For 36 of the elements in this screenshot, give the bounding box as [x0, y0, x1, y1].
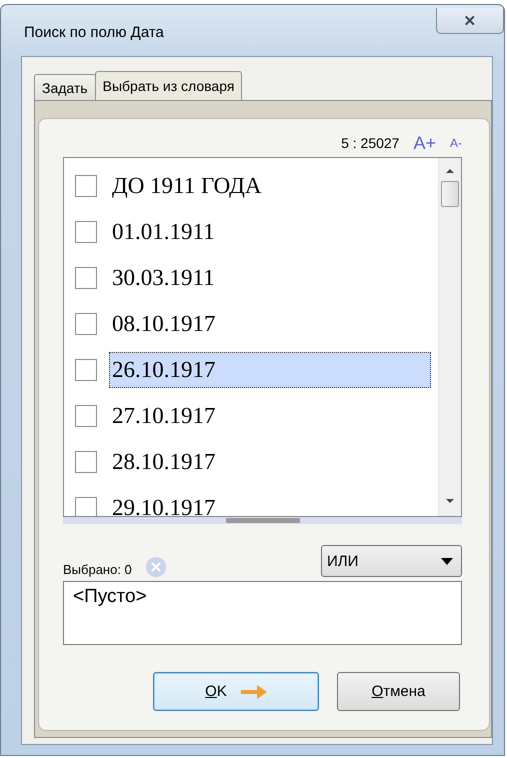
record-counter: 5 : 25027 [341, 135, 400, 151]
list-item[interactable]: 08.10.1917 [109, 306, 218, 342]
checkbox[interactable] [75, 405, 97, 427]
list-item[interactable]: 30.03.1911 [109, 260, 218, 296]
scrollbar[interactable] [438, 158, 461, 516]
checkbox[interactable] [75, 221, 97, 243]
scroll-up-icon[interactable] [445, 166, 455, 176]
scroll-down-icon[interactable] [445, 496, 455, 506]
checkbox[interactable] [75, 175, 97, 197]
list-item[interactable]: ДО 1911 ГОДА [109, 168, 264, 204]
splitter[interactable] [63, 517, 462, 524]
checkbox[interactable] [75, 359, 97, 381]
tab[interactable]: Задать [34, 74, 96, 100]
font-increase-button[interactable]: A+ [413, 132, 436, 154]
window-title: Поиск по полю Дата [24, 24, 164, 41]
close-button[interactable]: ✕ [436, 8, 504, 34]
tab[interactable]: Выбрать из словаря [94, 71, 242, 100]
ok-button[interactable]: OK [153, 672, 319, 711]
checkbox[interactable] [75, 267, 97, 289]
cancel-button[interactable]: Отмена [337, 672, 460, 711]
checkbox[interactable] [75, 451, 97, 473]
splitter-grip[interactable] [226, 518, 300, 523]
dropdown-arrow-icon [441, 558, 453, 564]
list-item[interactable]: 01.01.1911 [109, 214, 218, 250]
scroll-thumb[interactable] [441, 181, 459, 207]
operator-dropdown[interactable]: ИЛИ [321, 545, 462, 577]
checkbox[interactable] [75, 497, 97, 516]
list-item[interactable]: 27.10.1917 [109, 398, 218, 434]
list-item[interactable]: 28.10.1917 [109, 444, 218, 480]
font-decrease-button[interactable]: A- [450, 136, 462, 150]
checkbox[interactable] [75, 313, 97, 335]
list-item[interactable]: 29.10.1917 [109, 490, 218, 516]
selection-field[interactable]: <Пусто> [63, 581, 462, 645]
list-item[interactable]: 26.10.1917 [109, 352, 431, 388]
selected-count: Выбрано: 0 [63, 562, 132, 577]
arrow-right-icon [240, 684, 267, 698]
